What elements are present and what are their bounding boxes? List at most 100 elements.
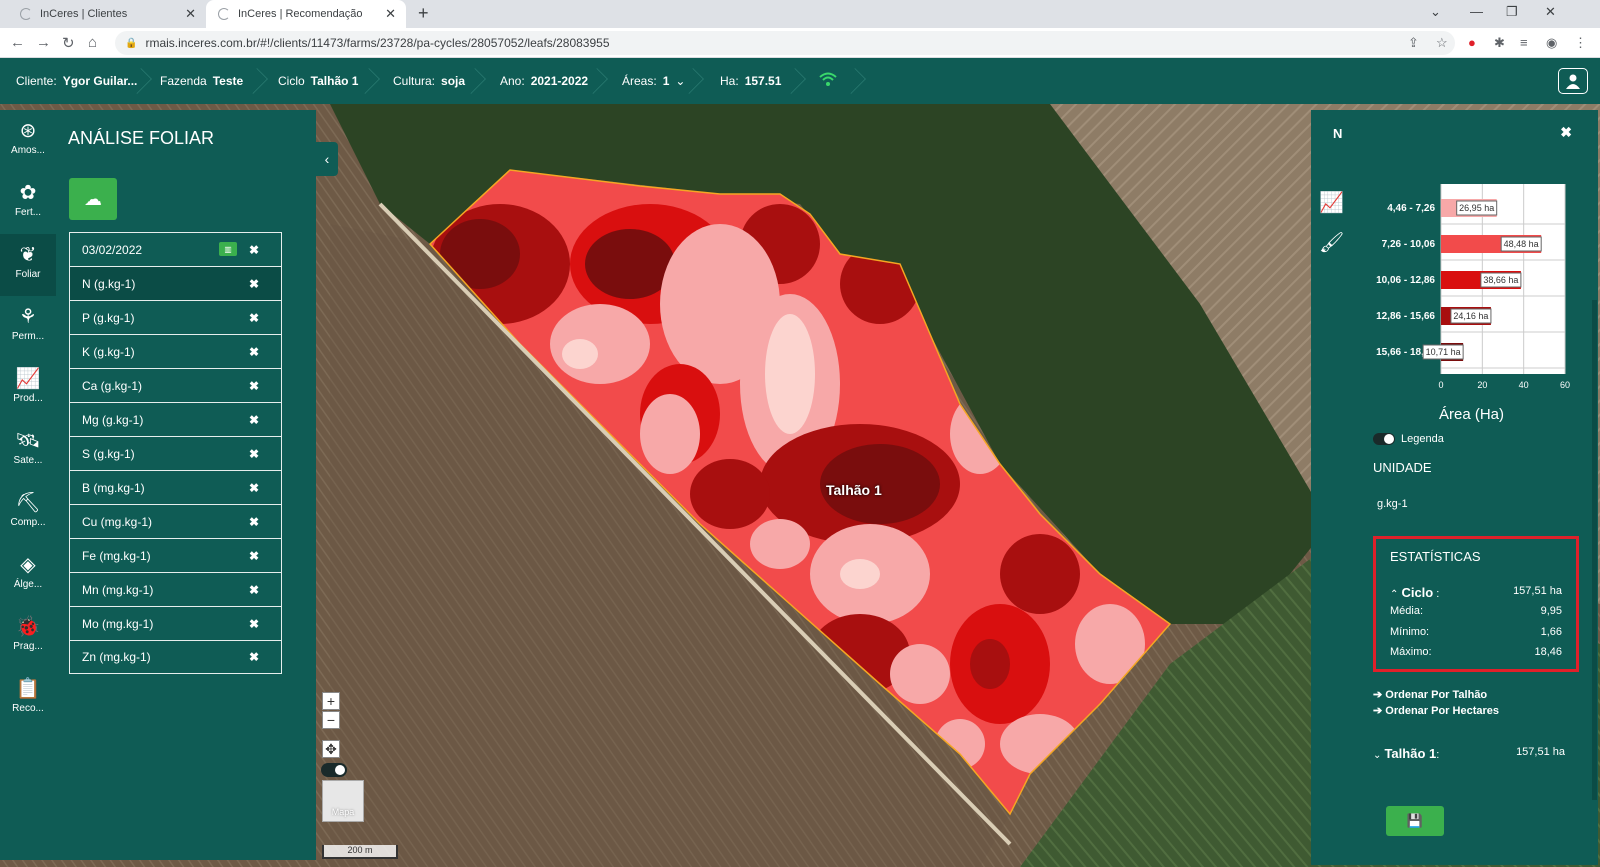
close-window-icon[interactable]: ✕: [1545, 4, 1556, 20]
breadcrumb-ciclo[interactable]: Ciclo Talhão 1: [278, 58, 358, 104]
rail-item-foliar[interactable]: ❦ Foliar: [0, 234, 56, 296]
list-item[interactable]: K (g.kg-1) ✖: [69, 334, 282, 368]
rail-item-amostragem[interactable]: ⊛ Amos...: [0, 110, 56, 172]
zoom-out-button[interactable]: −: [322, 711, 340, 729]
talhao-row[interactable]: ⌄ Talhão 1: 157,51 ha: [1373, 746, 1565, 761]
close-tab-icon[interactable]: ✕: [385, 6, 396, 22]
list-item[interactable]: Zn (mg.kg-1) ✖: [69, 640, 282, 674]
close-icon[interactable]: ✖: [249, 617, 259, 631]
breadcrumb-cultura[interactable]: Cultura: soja: [393, 58, 465, 104]
profile-avatar-icon[interactable]: ◉: [1546, 35, 1557, 51]
close-icon[interactable]: ✖: [249, 379, 259, 393]
media-icon[interactable]: ≡: [1520, 35, 1528, 50]
restore-icon[interactable]: ❐: [1506, 4, 1518, 20]
map-toggle[interactable]: [321, 763, 347, 777]
zoom-in-button[interactable]: +: [322, 692, 340, 710]
breadcrumb-fazenda[interactable]: Fazenda Teste: [160, 58, 243, 104]
url-field[interactable]: 🔒 rmais.inceres.com.br/#!/clients/11473/…: [115, 31, 1455, 55]
field-label[interactable]: Talhão 1: [826, 482, 882, 498]
minimize-icon[interactable]: —: [1470, 4, 1483, 19]
close-icon[interactable]: ✖: [249, 650, 259, 664]
rail-item-algebra[interactable]: ◈ Álge...: [0, 544, 56, 606]
list-item[interactable]: Fe (mg.kg-1) ✖: [69, 538, 282, 572]
close-icon[interactable]: ✖: [249, 413, 259, 427]
list-item[interactable]: S (g.kg-1) ✖: [69, 436, 282, 470]
list-item-label: Cu (mg.kg-1): [82, 514, 153, 529]
opera-icon[interactable]: ●: [1468, 35, 1476, 50]
menu-icon[interactable]: ⋮: [1574, 35, 1587, 51]
close-icon[interactable]: ✖: [249, 549, 259, 563]
back-icon[interactable]: ←: [10, 34, 25, 51]
list-item[interactable]: Cu (mg.kg-1) ✖: [69, 504, 282, 538]
chevron-left-icon: ‹: [324, 151, 330, 167]
statistics-box: ESTATÍSTICAS ⌃ Ciclo : 157,51 ha Média: …: [1373, 536, 1579, 672]
extensions-icon[interactable]: ✱: [1494, 35, 1505, 51]
chart-icon[interactable]: 📈: [1319, 190, 1344, 215]
x-tick-label: 20: [1477, 380, 1487, 390]
breadcrumb-ano[interactable]: Ano: 2021-2022: [500, 58, 588, 104]
rail-item-compactacao[interactable]: ⛏ Comp...: [0, 482, 56, 544]
collapse-panel-button[interactable]: ‹: [316, 142, 338, 176]
analysis-date: 03/02/2022: [82, 242, 143, 257]
map-badge-icon[interactable]: ▥: [219, 242, 237, 256]
home-icon[interactable]: ⌂: [88, 34, 97, 51]
breadcrumb-separator: [780, 68, 806, 94]
rail-item-pragas[interactable]: 🐞 Prag...: [0, 606, 56, 668]
rail-label: Álge...: [13, 579, 43, 590]
rail-item-recomendacao[interactable]: 📋 Reco...: [0, 668, 56, 730]
rail-item-fertilidade[interactable]: ✿ Fert...: [0, 172, 56, 234]
stats-ciclo-row[interactable]: ⌃ Ciclo : 157,51 ha: [1390, 585, 1562, 600]
list-item[interactable]: Mg (g.kg-1) ✖: [69, 402, 282, 436]
stats-title: ESTATÍSTICAS: [1390, 549, 1481, 564]
list-item[interactable]: Mn (mg.kg-1) ✖: [69, 572, 282, 606]
close-icon[interactable]: ✖: [249, 447, 259, 461]
browser-tab-clientes[interactable]: InCeres | Clientes ✕: [8, 0, 206, 28]
tab-search-icon[interactable]: ⌄: [1430, 4, 1441, 20]
list-item[interactable]: N (g.kg-1) ✖: [69, 266, 282, 300]
rail-item-produtividade[interactable]: 📈 Prod...: [0, 358, 56, 420]
close-icon[interactable]: ✖: [249, 243, 259, 257]
close-tab-icon[interactable]: ✕: [185, 6, 196, 22]
close-icon[interactable]: ✖: [249, 277, 259, 291]
max-value: 18,46: [1534, 646, 1562, 658]
breadcrumb-areas[interactable]: Áreas: 1 ⌄: [622, 58, 685, 104]
paint-roller-icon[interactable]: 🖌: [1319, 230, 1344, 255]
close-icon[interactable]: ✖: [249, 481, 259, 495]
reload-icon[interactable]: ↻: [62, 34, 75, 52]
forward-icon[interactable]: →: [36, 34, 51, 51]
new-tab-icon[interactable]: +: [418, 3, 429, 24]
breadcrumb-cliente[interactable]: Cliente: Ygor Guilar...: [16, 58, 137, 104]
basemap-switcher[interactable]: Mapa: [322, 780, 364, 822]
scrollbar[interactable]: [1592, 300, 1597, 800]
rail-item-satelite[interactable]: 🛰 Sate...: [0, 420, 56, 482]
list-item[interactable]: B (mg.kg-1) ✖: [69, 470, 282, 504]
compaction-icon: ⛏: [15, 492, 41, 514]
rail-item-permanente[interactable]: ⚘ Perm...: [0, 296, 56, 358]
close-icon[interactable]: ✖: [249, 583, 259, 597]
list-item[interactable]: Mo (mg.kg-1) ✖: [69, 606, 282, 640]
upload-button[interactable]: ☁: [69, 178, 117, 220]
bookmark-star-icon[interactable]: ☆: [1436, 35, 1448, 51]
browser-tab-recomendacao[interactable]: InCeres | Recomendação ✕: [206, 0, 406, 28]
toggle-switch[interactable]: [1373, 433, 1395, 445]
analysis-date-item[interactable]: 03/02/2022 ▥ ✖: [69, 232, 282, 266]
list-item[interactable]: Ca (g.kg-1) ✖: [69, 368, 282, 402]
user-menu-button[interactable]: [1558, 68, 1588, 94]
sort-by-talhao-link[interactable]: ➔ Ordenar Por Talhão: [1373, 688, 1487, 701]
move-icon[interactable]: ✥: [322, 740, 340, 758]
list-item[interactable]: P (g.kg-1) ✖: [69, 300, 282, 334]
tab-title: InCeres | Clientes: [40, 8, 128, 20]
panel-title: ANÁLISE FOLIAR: [68, 128, 215, 148]
unit-value: g.kg-1: [1377, 498, 1408, 510]
legend-toggle[interactable]: Legenda: [1373, 433, 1444, 445]
app-header: Cliente: Ygor Guilar... Fazenda Teste Ci…: [0, 58, 1600, 104]
save-button[interactable]: 💾: [1386, 806, 1444, 836]
share-icon[interactable]: ⇪: [1408, 35, 1419, 51]
close-icon[interactable]: ✖: [1560, 124, 1572, 141]
close-icon[interactable]: ✖: [249, 311, 259, 325]
close-icon[interactable]: ✖: [249, 515, 259, 529]
rail-label: Fert...: [14, 207, 42, 218]
list-item-label: N (g.kg-1): [82, 276, 136, 291]
sort-by-hectares-link[interactable]: ➔ Ordenar Por Hectares: [1373, 704, 1499, 717]
close-icon[interactable]: ✖: [249, 345, 259, 359]
